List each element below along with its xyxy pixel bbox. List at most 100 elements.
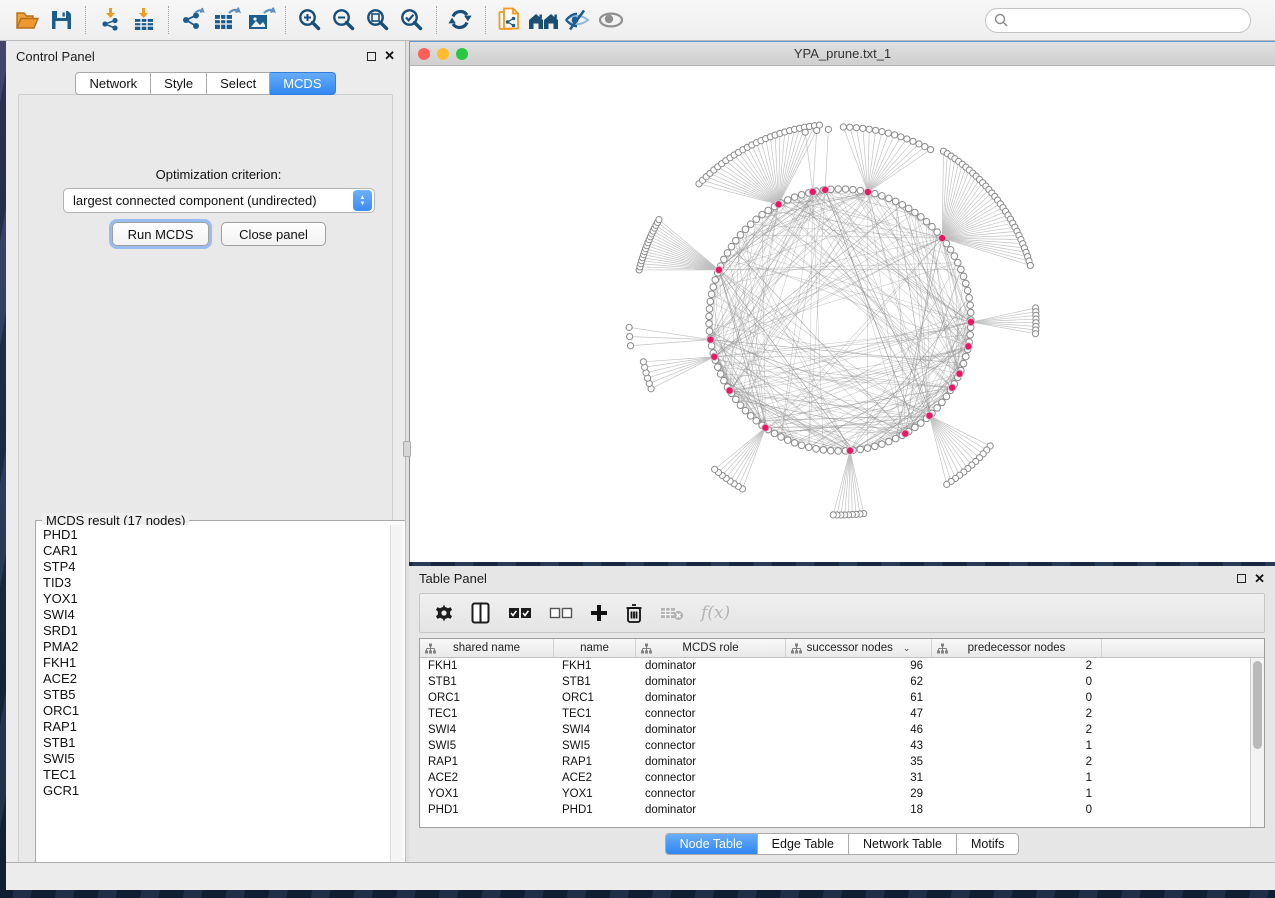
tab-network-table[interactable]: Network Table	[848, 834, 956, 854]
mcds-result-item[interactable]: CAR1	[43, 543, 389, 559]
table-settings-gear-icon[interactable]	[434, 600, 454, 626]
tab-motifs[interactable]: Motifs	[956, 834, 1018, 854]
table-cell[interactable]: SWI4	[420, 724, 554, 736]
table-cell[interactable]: 47	[786, 708, 932, 720]
table-cell[interactable]: 0	[932, 692, 1102, 704]
table-cell[interactable]: connector	[636, 772, 786, 784]
mcds-result-item[interactable]: SWI4	[43, 607, 389, 623]
table-cell[interactable]: 0	[932, 804, 1102, 816]
save-session-icon[interactable]	[44, 4, 78, 36]
table-cell[interactable]: connector	[636, 788, 786, 800]
mcds-result-item[interactable]: STB1	[43, 735, 389, 751]
table-cell[interactable]: SWI4	[554, 724, 636, 736]
table-cell[interactable]: 29	[786, 788, 932, 800]
mcds-result-item[interactable]: GCR1	[43, 783, 389, 799]
create-column-icon[interactable]	[590, 600, 608, 626]
table-cell[interactable]: connector	[636, 740, 786, 752]
mcds-result-item[interactable]: ACE2	[43, 671, 389, 687]
table-cell[interactable]: YOX1	[554, 788, 636, 800]
table-row[interactable]: PHD1PHD1dominator180	[420, 802, 1264, 818]
table-cell[interactable]: ORC1	[420, 692, 554, 704]
tab-network[interactable]: Network	[75, 72, 151, 95]
mcds-result-item[interactable]: PHD1	[43, 527, 389, 543]
column-header-predecessor-nodes[interactable]: predecessor nodes	[932, 639, 1102, 657]
table-cell[interactable]: dominator	[636, 756, 786, 768]
float-window-icon[interactable]	[1237, 574, 1246, 583]
mcds-result-item[interactable]: STB5	[43, 687, 389, 703]
table-cell[interactable]: 1	[932, 772, 1102, 784]
table-cell[interactable]: connector	[636, 708, 786, 720]
table-cell[interactable]: 1	[932, 740, 1102, 752]
table-cell[interactable]: 2	[932, 660, 1102, 672]
table-cell[interactable]: TEC1	[554, 708, 636, 720]
table-scrollbar[interactable]	[1250, 658, 1264, 827]
table-cell[interactable]: ACE2	[420, 772, 554, 784]
table-cell[interactable]: FKH1	[420, 660, 554, 672]
table-row[interactable]: ACE2ACE2connector311	[420, 770, 1264, 786]
toggle-columns-icon[interactable]	[471, 600, 491, 626]
network-canvas[interactable]	[410, 66, 1274, 560]
table-cell[interactable]: dominator	[636, 724, 786, 736]
table-cell[interactable]: 0	[932, 676, 1102, 688]
table-cell[interactable]: SWI5	[554, 740, 636, 752]
tab-select[interactable]: Select	[207, 72, 270, 95]
zoom-selected-icon[interactable]	[395, 4, 429, 36]
table-cell[interactable]: 18	[786, 804, 932, 816]
table-row[interactable]: SWI4SWI4dominator462	[420, 722, 1264, 738]
open-session-icon[interactable]	[10, 4, 44, 36]
search-box[interactable]	[985, 8, 1251, 33]
export-image-icon[interactable]	[244, 4, 278, 36]
mcds-result-item[interactable]: ORC1	[43, 703, 389, 719]
table-cell[interactable]: ACE2	[554, 772, 636, 784]
mcds-result-item[interactable]: SRD1	[43, 623, 389, 639]
table-cell[interactable]: 2	[932, 724, 1102, 736]
table-cell[interactable]: TEC1	[420, 708, 554, 720]
table-row[interactable]: SWI5SWI5connector431	[420, 738, 1264, 754]
search-input[interactable]	[1014, 13, 1242, 27]
network-graph[interactable]	[410, 66, 1274, 560]
table-cell[interactable]: 62	[786, 676, 932, 688]
table-cell[interactable]: ORC1	[554, 692, 636, 704]
table-cell[interactable]: 2	[932, 708, 1102, 720]
import-table-icon[interactable]	[127, 4, 161, 36]
select-all-columns-icon[interactable]	[508, 600, 532, 626]
table-cell[interactable]: dominator	[636, 804, 786, 816]
table-cell[interactable]: 1	[932, 788, 1102, 800]
tab-style[interactable]: Style	[151, 72, 207, 95]
import-network-icon[interactable]	[93, 4, 127, 36]
duplicate-network-icon[interactable]	[493, 4, 527, 36]
delete-column-icon[interactable]	[625, 600, 643, 626]
close-panel-icon[interactable]: ✕	[1254, 574, 1265, 584]
table-cell[interactable]: 61	[786, 692, 932, 704]
table-cell[interactable]: YOX1	[420, 788, 554, 800]
table-row[interactable]: TEC1TEC1connector472	[420, 706, 1264, 722]
table-scrollbar-thumb[interactable]	[1253, 661, 1262, 749]
mcds-result-list[interactable]: PHD1CAR1STP4TID3YOX1SWI4SRD1PMA2FKH1ACE2…	[38, 525, 389, 887]
table-cell[interactable]: 31	[786, 772, 932, 784]
table-cell[interactable]: RAP1	[554, 756, 636, 768]
table-cell[interactable]: 46	[786, 724, 932, 736]
export-table-icon[interactable]	[210, 4, 244, 36]
close-panel-button[interactable]: Close panel	[221, 222, 326, 246]
deselect-all-columns-icon[interactable]	[549, 600, 573, 626]
table-row[interactable]: FKH1FKH1dominator962	[420, 658, 1264, 674]
zoom-out-icon[interactable]	[327, 4, 361, 36]
hide-selected-icon[interactable]	[561, 4, 595, 36]
table-cell[interactable]: PHD1	[420, 804, 554, 816]
mcds-result-item[interactable]: RAP1	[43, 719, 389, 735]
table-cell[interactable]: 96	[786, 660, 932, 672]
column-header-name[interactable]: name	[554, 639, 636, 657]
table-cell[interactable]: 43	[786, 740, 932, 752]
float-window-icon[interactable]	[367, 52, 376, 61]
tab-edge-table[interactable]: Edge Table	[757, 834, 848, 854]
table-cell[interactable]: SWI5	[420, 740, 554, 752]
table-cell[interactable]: PHD1	[554, 804, 636, 816]
mcds-result-item[interactable]: YOX1	[43, 591, 389, 607]
criterion-dropdown[interactable]: largest connected component (undirected)…	[63, 188, 375, 213]
close-panel-icon[interactable]: ✕	[384, 51, 395, 61]
network-window-titlebar[interactable]: YPA_prune.txt_1	[410, 42, 1275, 66]
vertical-splitter[interactable]	[405, 41, 409, 862]
column-header-mcds-role[interactable]: MCDS role	[636, 639, 786, 657]
sort-descending-icon[interactable]: ⌄	[903, 643, 911, 654]
table-row[interactable]: RAP1RAP1dominator352	[420, 754, 1264, 770]
